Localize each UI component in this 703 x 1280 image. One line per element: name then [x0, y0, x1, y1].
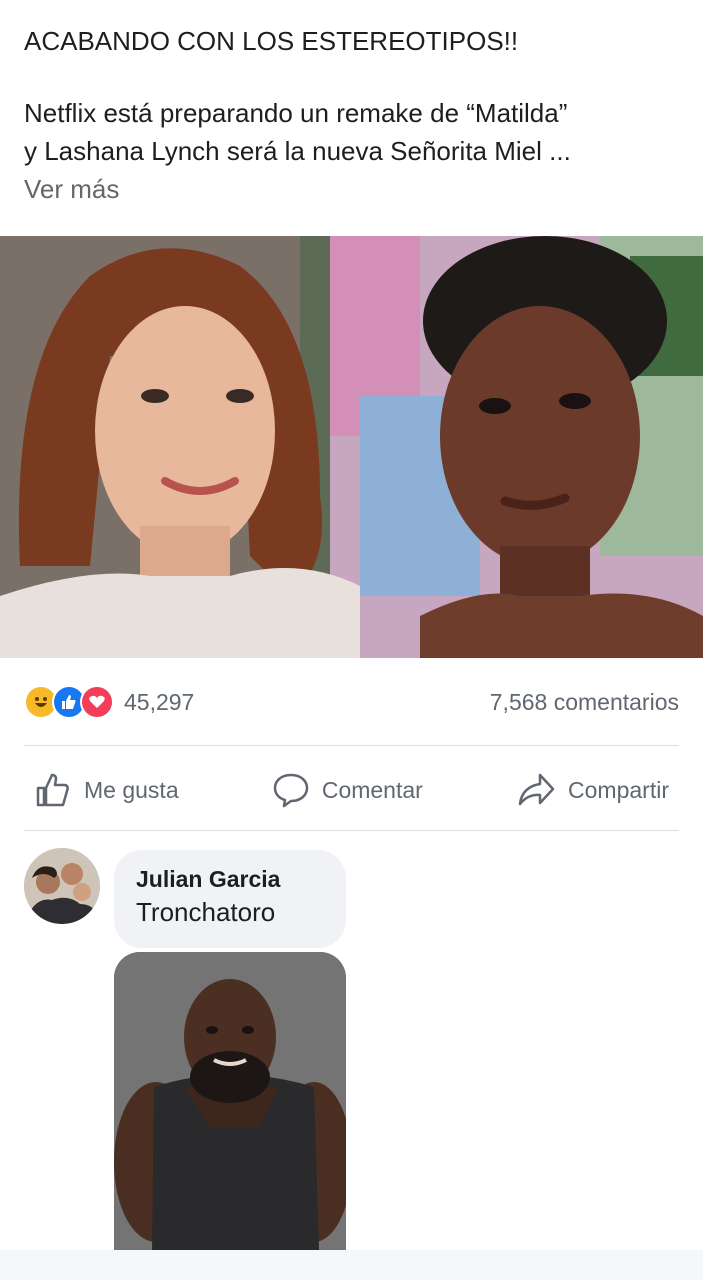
like-label: Me gusta: [84, 776, 179, 803]
comment-label: Comentar: [321, 776, 423, 803]
share-icon: [518, 773, 555, 806]
comment-author[interactable]: Julian Garcia: [136, 864, 324, 894]
reaction-summary[interactable]: 45,297: [24, 685, 194, 719]
post-body-line-2: y Lashana Lynch será la nueva Señorita M…: [24, 136, 571, 166]
reaction-icons: [24, 685, 114, 719]
post-text: ACABANDO CON LOS ESTEREOTIPOS!! Netflix …: [24, 22, 684, 208]
bottom-bar: [0, 1250, 703, 1280]
comment-text: Tronchatoro: [136, 897, 276, 927]
avatar[interactable]: [24, 848, 100, 924]
thumbs-up-icon: [36, 773, 69, 807]
post-photo[interactable]: [0, 236, 703, 658]
love-icon: [80, 685, 114, 719]
post-body-line-1: Netflix está preparando un remake de “Ma…: [24, 98, 568, 128]
reaction-count: 45,297: [124, 688, 195, 715]
comment-button[interactable]: Comentar: [262, 771, 433, 809]
action-bar: Me gusta Comentar Compartir: [24, 758, 679, 822]
comment-bubble[interactable]: Julian Garcia Tronchatoro: [114, 850, 346, 948]
comment-image[interactable]: [114, 952, 346, 1250]
comment-image-graphic: [114, 952, 346, 1250]
post-headline: ACABANDO CON LOS ESTEREOTIPOS!!: [24, 26, 519, 56]
comment-count[interactable]: 7,568 comentarios: [490, 689, 679, 716]
see-more-link[interactable]: Ver más: [24, 170, 684, 208]
share-button[interactable]: Compartir: [506, 771, 679, 809]
like-button[interactable]: Me gusta: [24, 771, 189, 809]
divider: [24, 830, 679, 831]
post-stats: 45,297 7,568 comentarios: [24, 680, 679, 724]
avatar-graphic: [24, 848, 100, 924]
comment-icon: [273, 773, 309, 808]
divider: [24, 745, 679, 746]
post-photo-graphic: [0, 236, 703, 658]
share-label: Compartir: [568, 776, 669, 803]
